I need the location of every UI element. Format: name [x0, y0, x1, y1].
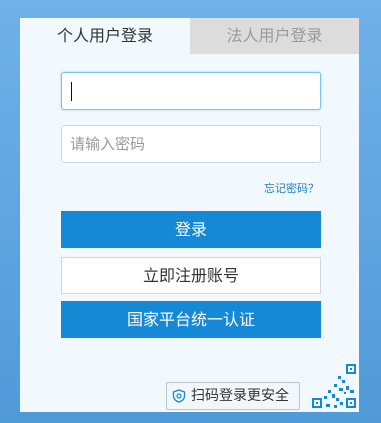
- username-input[interactable]: [62, 73, 320, 109]
- password-input[interactable]: [62, 126, 320, 162]
- qr-code-icon[interactable]: [306, 358, 358, 410]
- password-field[interactable]: [61, 125, 321, 163]
- unified-auth-button[interactable]: 国家平台统一认证: [61, 301, 321, 338]
- forgot-password-link[interactable]: 忘记密码？: [264, 180, 319, 196]
- login-button[interactable]: 登录: [61, 211, 321, 248]
- text-caret: [71, 82, 72, 101]
- register-button[interactable]: 立即注册账号: [61, 257, 321, 294]
- login-tabs: 个人用户登录 法人用户登录: [20, 18, 359, 54]
- tab-legal-login[interactable]: 法人用户登录: [190, 18, 359, 54]
- qr-login-tip-label: 扫码登录更安全: [191, 388, 289, 404]
- username-field[interactable]: [61, 72, 321, 110]
- login-panel: 个人用户登录 法人用户登录 忘记密码？ 登录 立即注册账号 国家平台统一认证 扫…: [20, 18, 359, 412]
- shield-icon: [172, 389, 186, 403]
- qr-login-tip[interactable]: 扫码登录更安全: [166, 382, 300, 410]
- tab-personal-login[interactable]: 个人用户登录: [20, 18, 190, 54]
